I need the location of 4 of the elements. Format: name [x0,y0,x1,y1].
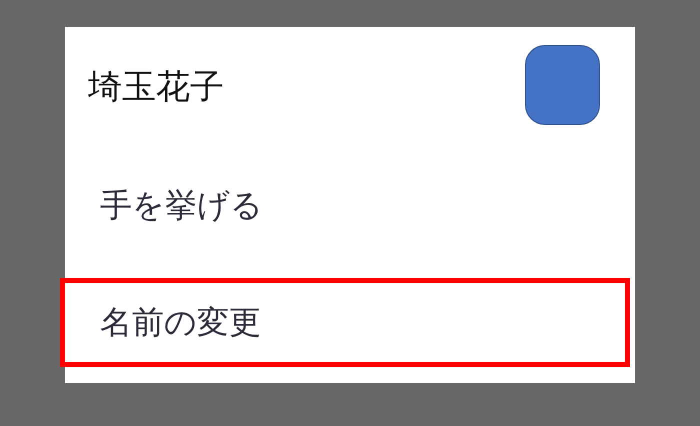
menu-item[interactable]: 名前の変更 [60,278,630,367]
menu-item[interactable]: 手を挙げる [60,161,630,250]
user-name: 埼玉花子 [88,70,224,104]
avatar-icon [525,45,600,125]
